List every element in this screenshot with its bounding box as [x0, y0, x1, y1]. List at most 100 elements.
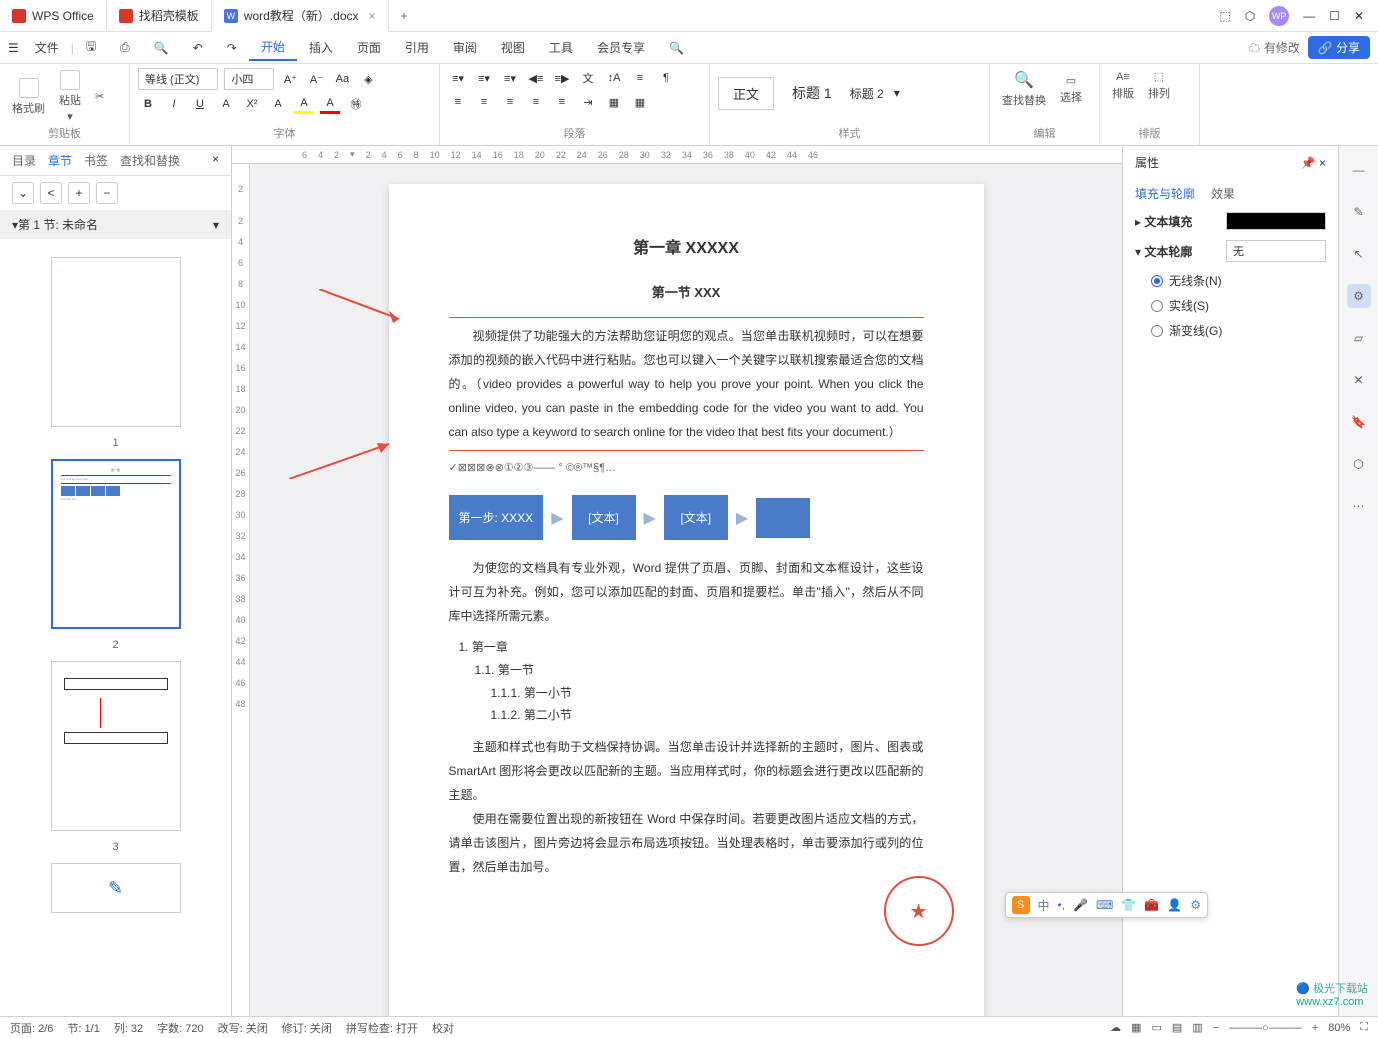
- fill-color-select[interactable]: [1226, 212, 1326, 230]
- strip-settings-icon[interactable]: ⚙: [1347, 284, 1371, 308]
- show-marks-icon[interactable]: ¶: [656, 68, 676, 88]
- multilevel-icon[interactable]: ≡▾: [500, 68, 520, 88]
- ime-toolbar[interactable]: S 中 •, 🎤 ⌨ 👕 🧰 👤 ⚙: [1005, 892, 1208, 918]
- status-revise[interactable]: 修订: 关闭: [282, 1020, 332, 1036]
- italic-icon[interactable]: I: [164, 94, 184, 114]
- fullscreen-icon[interactable]: ⛶: [1360, 1021, 1368, 1034]
- maximize-icon[interactable]: ☐: [1329, 9, 1340, 23]
- view-read-icon[interactable]: ▭: [1152, 1021, 1162, 1034]
- box-1[interactable]: 第一步: XXXX: [449, 495, 544, 540]
- nav-tab-toc[interactable]: 目录: [12, 152, 36, 169]
- strip-collapse-icon[interactable]: —: [1347, 158, 1371, 182]
- nav-tab-find[interactable]: 查找和替换: [120, 152, 180, 169]
- zoom-in-icon[interactable]: +: [1312, 1022, 1318, 1034]
- status-words[interactable]: 字数: 720: [157, 1020, 203, 1036]
- radio-no-line[interactable]: 无线条(N): [1151, 272, 1326, 289]
- strip-shape-icon[interactable]: ▱: [1347, 326, 1371, 350]
- box-4[interactable]: [756, 498, 810, 538]
- avatar[interactable]: WP: [1269, 6, 1289, 26]
- changes-indicator[interactable]: ☁ 有修改: [1248, 39, 1299, 56]
- view-outline-icon[interactable]: ▥: [1192, 1021, 1202, 1034]
- status-page[interactable]: 页面: 2/6: [10, 1020, 53, 1036]
- nav-tab-sections[interactable]: 章节: [48, 152, 72, 169]
- font-color-icon[interactable]: A: [320, 94, 340, 114]
- status-track[interactable]: 改写: 关闭: [218, 1020, 268, 1036]
- increase-indent-icon[interactable]: ≡▶: [552, 68, 572, 88]
- tab-document[interactable]: Wword教程（新）.docx×: [212, 0, 389, 32]
- pin-icon[interactable]: 📌: [1301, 156, 1316, 170]
- ime-lang[interactable]: 中: [1038, 897, 1050, 914]
- ime-user-icon[interactable]: 👤: [1167, 898, 1182, 912]
- style-h2[interactable]: 标题 2: [850, 85, 884, 102]
- format-painter-button[interactable]: 格式刷: [8, 76, 49, 118]
- select-button[interactable]: ▭选择: [1056, 72, 1086, 107]
- menu-start[interactable]: 开始: [249, 34, 297, 61]
- shading-icon[interactable]: ▦: [604, 92, 624, 112]
- tab-wps[interactable]: WPS Office: [0, 0, 107, 32]
- page-thumb-1[interactable]: ...: [51, 257, 181, 427]
- vertical-ruler[interactable]: 2246810121416182022242628303234363840424…: [232, 164, 250, 1018]
- circle-text-icon[interactable]: ㊕: [346, 94, 366, 114]
- nav-add-button[interactable]: +: [68, 182, 90, 204]
- props-tab-effect[interactable]: 效果: [1211, 185, 1235, 202]
- menu-insert[interactable]: 插入: [297, 35, 345, 60]
- print-icon[interactable]: ⎙: [108, 36, 142, 59]
- nav-remove-button[interactable]: −: [96, 182, 118, 204]
- strip-more-icon[interactable]: ⋯: [1347, 494, 1371, 518]
- sort-icon[interactable]: ↕A: [604, 68, 624, 88]
- page-thumb-2[interactable]: 第一章 text text text text text text text t…: [51, 459, 181, 629]
- numbering-icon[interactable]: ≡▾: [474, 68, 494, 88]
- status-spell[interactable]: 拼写检查: 打开: [346, 1020, 418, 1036]
- text-direction-icon[interactable]: 文: [578, 68, 598, 88]
- horizontal-ruler[interactable]: 642▾246810121416182022242628303234363840…: [232, 146, 1122, 164]
- search-icon[interactable]: 🔍: [657, 37, 696, 59]
- strip-edit-icon[interactable]: ✎: [1347, 200, 1371, 224]
- nav-tab-bookmarks[interactable]: 书签: [84, 152, 108, 169]
- ime-toolbox-icon[interactable]: 🧰: [1144, 898, 1159, 912]
- font-size-select[interactable]: 小四: [224, 68, 274, 90]
- align-center-icon[interactable]: ≡: [474, 92, 494, 112]
- align-right-icon[interactable]: ≡: [500, 92, 520, 112]
- menu-review[interactable]: 审阅: [441, 35, 489, 60]
- text-effect-icon[interactable]: A: [268, 94, 288, 114]
- ime-keyboard-icon[interactable]: ⌨: [1096, 898, 1113, 912]
- zoom-out-icon[interactable]: −: [1213, 1022, 1219, 1034]
- decrease-font-icon[interactable]: A⁻: [306, 69, 326, 89]
- menu-file[interactable]: 文件: [23, 35, 71, 60]
- distribute-icon[interactable]: ≡: [552, 92, 572, 112]
- save-icon[interactable]: 🖫: [74, 33, 108, 62]
- panel-close-icon[interactable]: ×: [1319, 156, 1326, 170]
- view-page-icon[interactable]: ▦: [1131, 1021, 1141, 1034]
- cube-icon[interactable]: ⬚: [1219, 9, 1230, 23]
- hamburger-icon[interactable]: ☰: [8, 41, 19, 55]
- style-normal[interactable]: 正文: [718, 77, 774, 110]
- tab-template[interactable]: 找稻壳模板: [107, 0, 212, 32]
- style-more-icon[interactable]: ▾: [894, 86, 900, 100]
- ime-punct-icon[interactable]: •,: [1058, 898, 1066, 912]
- box-3[interactable]: [文本]: [664, 495, 728, 540]
- preview-icon[interactable]: 🔍: [142, 37, 181, 59]
- highlight-icon[interactable]: A: [294, 94, 314, 114]
- strip-bookmark-icon[interactable]: 🔖: [1347, 410, 1371, 434]
- tab-icon[interactable]: ⇥: [578, 92, 598, 112]
- clear-format-icon[interactable]: ◈: [358, 69, 378, 89]
- bullets-icon[interactable]: ≡▾: [448, 68, 468, 88]
- line-spacing-icon[interactable]: ≡: [630, 68, 650, 88]
- hex-icon[interactable]: ⬡: [1245, 9, 1255, 23]
- ime-mic-icon[interactable]: 🎤: [1073, 898, 1088, 912]
- status-section[interactable]: 节: 1/1: [67, 1020, 99, 1036]
- close-window-icon[interactable]: ✕: [1354, 9, 1364, 23]
- strip-tools-icon[interactable]: ✕: [1347, 368, 1371, 392]
- undo-icon[interactable]: ↶: [181, 37, 215, 59]
- cut-button[interactable]: ✂: [91, 88, 108, 105]
- share-button[interactable]: 🔗 分享: [1308, 36, 1370, 59]
- close-icon[interactable]: ×: [369, 9, 376, 23]
- redo-icon[interactable]: ↷: [215, 37, 249, 59]
- find-replace-button[interactable]: 🔍查找替换: [998, 68, 1050, 110]
- strikethrough-icon[interactable]: A: [216, 94, 236, 114]
- radio-solid-line[interactable]: 实线(S): [1151, 297, 1326, 314]
- status-backup-icon[interactable]: ☁: [1110, 1021, 1121, 1034]
- menu-member[interactable]: 会员专享: [585, 35, 657, 60]
- style-h1[interactable]: 标题 1: [792, 83, 832, 103]
- minimize-icon[interactable]: —: [1303, 9, 1315, 23]
